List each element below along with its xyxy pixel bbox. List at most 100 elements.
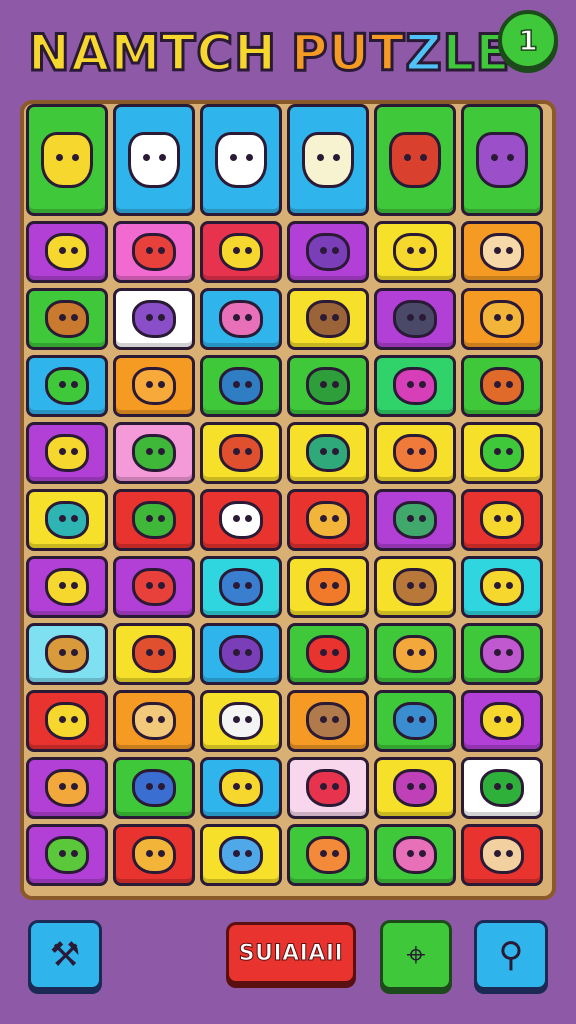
green-book-icon	[306, 434, 350, 472]
red-bell-icon	[132, 233, 176, 271]
game-tile[interactable]	[26, 221, 108, 283]
game-tile[interactable]	[287, 690, 369, 752]
green-swirl-icon	[480, 769, 524, 807]
game-tile[interactable]	[287, 104, 369, 216]
green-slice-icon	[45, 367, 89, 405]
game-tile[interactable]	[374, 422, 456, 484]
game-tile[interactable]	[26, 690, 108, 752]
yellow-monkey-icon	[45, 233, 89, 271]
green-pod-icon	[132, 501, 176, 539]
game-tile[interactable]	[287, 623, 369, 685]
purple-ring-icon	[306, 233, 350, 271]
candy-wrapper-icon	[480, 233, 524, 271]
game-tile[interactable]	[113, 489, 195, 551]
gold-medal-icon	[306, 501, 350, 539]
toast-stick-icon	[45, 635, 89, 673]
game-tile[interactable]	[26, 757, 108, 819]
game-tile[interactable]	[374, 489, 456, 551]
game-tile[interactable]	[26, 288, 108, 350]
blue-log-icon	[132, 769, 176, 807]
game-tile[interactable]	[461, 556, 543, 618]
game-tile[interactable]	[200, 221, 282, 283]
hammer-icon: ⚒	[49, 935, 81, 975]
red-cat-icon	[219, 434, 263, 472]
game-tile[interactable]	[461, 221, 543, 283]
green-potion-icon	[45, 836, 89, 874]
fox-face-icon	[480, 367, 524, 405]
purple-fish-icon	[480, 635, 524, 673]
game-tile[interactable]	[374, 690, 456, 752]
game-tile[interactable]	[200, 690, 282, 752]
game-tile[interactable]	[461, 104, 543, 216]
game-tile[interactable]	[287, 556, 369, 618]
game-tile[interactable]	[113, 556, 195, 618]
game-tile[interactable]	[200, 489, 282, 551]
game-tile[interactable]	[461, 355, 543, 417]
yellow-bird-icon	[219, 233, 263, 271]
game-tile[interactable]	[461, 489, 543, 551]
game-tile[interactable]	[461, 757, 543, 819]
game-tile[interactable]	[200, 422, 282, 484]
hint-button[interactable]: ⌖	[380, 920, 452, 990]
game-tile[interactable]	[287, 288, 369, 350]
game-tile[interactable]	[461, 422, 543, 484]
game-tile[interactable]	[461, 824, 543, 886]
game-tile[interactable]	[26, 422, 108, 484]
fish-bowl-icon	[393, 702, 437, 740]
game-tile[interactable]	[113, 623, 195, 685]
yellow-winged-creature-icon	[41, 132, 93, 188]
game-tile[interactable]	[113, 104, 195, 216]
magnify-icon: ⚲	[498, 935, 524, 975]
game-tile[interactable]	[287, 422, 369, 484]
game-tile[interactable]	[287, 489, 369, 551]
game-tile[interactable]	[200, 355, 282, 417]
game-tile[interactable]	[287, 221, 369, 283]
game-tile[interactable]	[113, 221, 195, 283]
game-tile[interactable]	[113, 690, 195, 752]
game-tile[interactable]	[113, 355, 195, 417]
game-tile[interactable]	[26, 355, 108, 417]
game-tile[interactable]	[26, 824, 108, 886]
game-tile[interactable]	[113, 824, 195, 886]
game-tile[interactable]	[26, 623, 108, 685]
game-tile[interactable]	[287, 824, 369, 886]
game-tile[interactable]	[113, 288, 195, 350]
game-tile[interactable]	[374, 288, 456, 350]
game-tile[interactable]	[374, 556, 456, 618]
game-tile[interactable]	[287, 757, 369, 819]
teal-fish-icon	[45, 501, 89, 539]
game-tile[interactable]	[200, 757, 282, 819]
game-tile[interactable]	[374, 623, 456, 685]
game-tile[interactable]	[200, 288, 282, 350]
wood-crayon-icon	[132, 702, 176, 740]
game-tile[interactable]	[287, 355, 369, 417]
game-tile[interactable]	[200, 623, 282, 685]
game-tile[interactable]	[374, 757, 456, 819]
orange-swirl-icon	[132, 836, 176, 874]
purple-winged-beast-icon	[476, 132, 528, 188]
white-winged-dog-icon	[302, 132, 354, 188]
game-tile[interactable]	[26, 489, 108, 551]
game-tile[interactable]	[26, 556, 108, 618]
game-tile[interactable]	[200, 556, 282, 618]
spiral-shell-icon	[480, 300, 524, 338]
tan-cat-icon	[480, 836, 524, 874]
game-tile[interactable]	[113, 757, 195, 819]
title-part: PUT	[289, 23, 406, 84]
game-tile[interactable]	[113, 422, 195, 484]
game-tile[interactable]	[374, 221, 456, 283]
game-tile[interactable]	[374, 104, 456, 216]
magnify-button[interactable]: ⚲	[474, 920, 548, 990]
game-tile[interactable]	[374, 355, 456, 417]
game-tile[interactable]	[374, 824, 456, 886]
horned-orb-icon	[306, 635, 350, 673]
game-tile[interactable]	[200, 104, 282, 216]
game-tile[interactable]	[461, 288, 543, 350]
game-tile[interactable]	[461, 690, 543, 752]
hammer-button[interactable]: ⚒	[28, 920, 102, 990]
game-tile[interactable]	[26, 104, 108, 216]
game-tile[interactable]	[200, 824, 282, 886]
yellow-cat-icon	[393, 233, 437, 271]
action-button[interactable]: SUIAIAII	[226, 922, 356, 984]
game-tile[interactable]	[461, 623, 543, 685]
